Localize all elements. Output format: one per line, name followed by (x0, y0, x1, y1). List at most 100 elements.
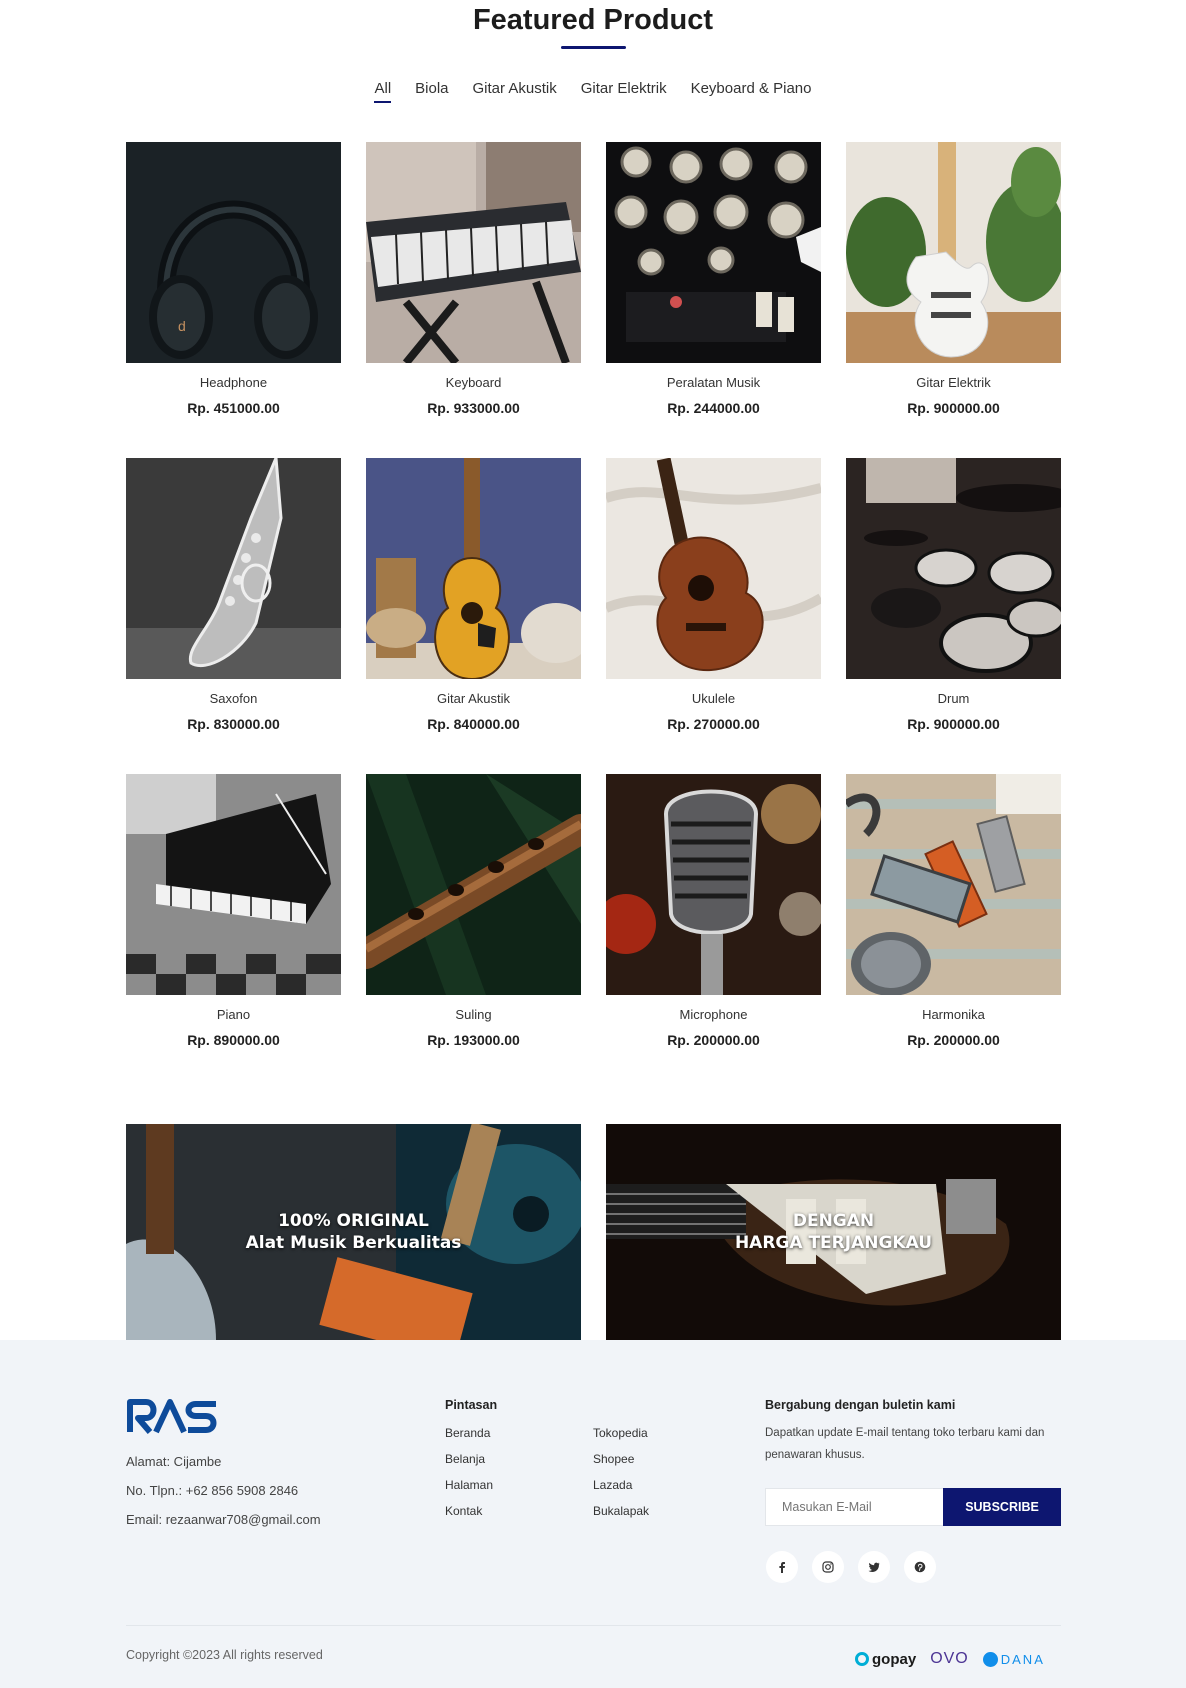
instagram-icon[interactable] (812, 1551, 844, 1583)
product-price: Rp. 193000.00 (427, 1032, 520, 1048)
product-image-saxofon[interactable] (126, 458, 341, 679)
svg-text:d: d (178, 318, 186, 334)
footer-link-bukalapak[interactable]: Bukalapak (593, 1504, 649, 1518)
facebook-icon[interactable] (766, 1551, 798, 1583)
dana-icon (982, 1651, 998, 1667)
product-price: Rp. 933000.00 (427, 400, 520, 416)
product-image-suling[interactable] (366, 774, 581, 995)
product-image-keyboard[interactable] (366, 142, 581, 363)
product-price: Rp. 830000.00 (187, 716, 280, 732)
banner-line-1: 100% ORIGINAL (278, 1211, 429, 1231)
product-image-peralatan-musik[interactable] (606, 142, 821, 363)
newsletter-email-input[interactable] (765, 1488, 943, 1526)
product-image-microphone[interactable] (606, 774, 821, 995)
footer-link-halaman[interactable]: Halaman (445, 1478, 493, 1492)
product-price: Rp. 451000.00 (187, 400, 280, 416)
footer-link-beranda[interactable]: Beranda (445, 1426, 493, 1440)
product-grid: d Headphone Rp. 451000.00 Keyboard Rp. 9… (126, 142, 1061, 1090)
gopay-logo: gopay (855, 1651, 916, 1668)
gopay-label: gopay (872, 1650, 917, 1668)
dana-logo: DANA (982, 1651, 1045, 1667)
product-name: Gitar Akustik (437, 691, 510, 706)
product-card[interactable]: Gitar Akustik Rp. 840000.00 (366, 458, 581, 774)
footer-divider (126, 1625, 1061, 1626)
links-column-stores: Tokopedia Shopee Lazada Bukalapak (593, 1426, 649, 1530)
filter-tab-all[interactable]: All (374, 80, 391, 103)
product-price: Rp. 840000.00 (427, 716, 520, 732)
product-card[interactable]: Piano Rp. 890000.00 (126, 774, 341, 1090)
contact-info: Alamat: Cijambe No. Tlpn.: +62 856 5908 … (126, 1454, 321, 1541)
product-name: Ukulele (691, 691, 736, 706)
footer-link-shopee[interactable]: Shopee (593, 1452, 649, 1466)
category-filter-bar: All Biola Gitar Akustik Gitar Elektrik K… (0, 80, 1186, 103)
newsletter-heading: Bergabung dengan buletin kami (765, 1398, 956, 1412)
product-card[interactable]: Microphone Rp. 200000.00 (606, 774, 821, 1090)
product-card[interactable]: d Headphone Rp. 451000.00 (126, 142, 341, 458)
social-links (766, 1551, 936, 1583)
promo-banner-harga[interactable]: DENGAN HARGA TERJANGKAU (606, 1124, 1061, 1340)
filter-tab-biola[interactable]: Biola (415, 80, 448, 101)
banner-line-1: DENGAN (792, 1211, 875, 1231)
copyright-text: Copyright ©2023 All rights reserved (126, 1648, 323, 1662)
product-name: Peralatan Musik (666, 375, 761, 390)
product-image-harmonika[interactable] (846, 774, 1061, 995)
product-card[interactable]: Saxofon Rp. 830000.00 (126, 458, 341, 774)
product-price: Rp. 244000.00 (667, 400, 760, 416)
product-card[interactable]: Ukulele Rp. 270000.00 (606, 458, 821, 774)
footer: Alamat: Cijambe No. Tlpn.: +62 856 5908 … (0, 1340, 1186, 1688)
pinterest-icon[interactable] (904, 1551, 936, 1583)
product-image-piano[interactable] (126, 774, 341, 995)
newsletter-description: Dapatkan update E-mail tentang toko terb… (765, 1427, 1045, 1461)
product-name: Piano (216, 1007, 251, 1022)
product-price: Rp. 200000.00 (907, 1032, 1000, 1048)
footer-link-belanja[interactable]: Belanja (445, 1452, 493, 1466)
product-name: Gitar Elektrik (916, 375, 991, 390)
product-card[interactable]: Drum Rp. 900000.00 (846, 458, 1061, 774)
product-card[interactable]: Peralatan Musik Rp. 244000.00 (606, 142, 821, 458)
product-card[interactable]: Gitar Elektrik Rp. 900000.00 (846, 142, 1061, 458)
product-price: Rp. 900000.00 (907, 400, 1000, 416)
footer-link-kontak[interactable]: Kontak (445, 1504, 493, 1518)
product-image-gitar-elektrik[interactable] (846, 142, 1061, 363)
brand-logo[interactable] (126, 1396, 222, 1441)
product-price: Rp. 200000.00 (667, 1032, 760, 1048)
filter-tab-keyboard-piano[interactable]: Keyboard & Piano (691, 80, 812, 101)
product-image-drum[interactable] (846, 458, 1061, 679)
banner-line-2: HARGA TERJANGKAU (734, 1233, 933, 1253)
filter-tab-gitar-elektrik[interactable]: Gitar Elektrik (581, 80, 667, 101)
product-name: Saxofon (209, 691, 258, 706)
product-name: Suling (455, 1007, 492, 1022)
product-price: Rp. 890000.00 (187, 1032, 280, 1048)
banner-text: DENGAN HARGA TERJANGKAU (735, 1210, 932, 1254)
address-text: Alamat: Cijambe (126, 1454, 222, 1469)
promo-banner-original[interactable]: 100% ORIGINAL Alat Musik Berkualitas (126, 1124, 581, 1340)
product-price: Rp. 270000.00 (667, 716, 760, 732)
footer-link-lazada[interactable]: Lazada (593, 1478, 649, 1492)
links-heading: Pintasan (445, 1398, 498, 1412)
product-image-headphone[interactable]: d (126, 142, 341, 363)
title-underline (561, 46, 626, 49)
subscribe-button[interactable]: SUBSCRIBE (943, 1488, 1061, 1526)
product-card[interactable]: Keyboard Rp. 933000.00 (366, 142, 581, 458)
product-name: Microphone (679, 1007, 748, 1022)
product-name: Headphone (199, 375, 268, 390)
product-name: Keyboard (445, 375, 502, 390)
product-card[interactable]: Suling Rp. 193000.00 (366, 774, 581, 1090)
product-image-ukulele[interactable] (606, 458, 821, 679)
filter-tab-gitar-akustik[interactable]: Gitar Akustik (473, 80, 557, 101)
newsletter-form: SUBSCRIBE (765, 1488, 1061, 1526)
links-column-pages: Beranda Belanja Halaman Kontak (445, 1426, 493, 1530)
gopay-icon (855, 1652, 869, 1666)
product-price: Rp. 900000.00 (907, 716, 1000, 732)
email-text: Email: rezaanwar708@gmail.com (126, 1512, 321, 1527)
ovo-logo: OVO (930, 1650, 969, 1667)
dana-label: DANA (1000, 1651, 1045, 1667)
footer-link-tokopedia[interactable]: Tokopedia (593, 1426, 649, 1440)
product-name: Drum (937, 691, 970, 706)
product-image-gitar-akustik[interactable] (366, 458, 581, 679)
twitter-icon[interactable] (858, 1551, 890, 1583)
section-title: Featured Product (472, 4, 714, 36)
payment-logos: gopay OVO DANA (855, 1650, 1045, 1668)
phone-text: No. Tlpn.: +62 856 5908 2846 (126, 1483, 299, 1498)
product-card[interactable]: Harmonika Rp. 200000.00 (846, 774, 1061, 1090)
